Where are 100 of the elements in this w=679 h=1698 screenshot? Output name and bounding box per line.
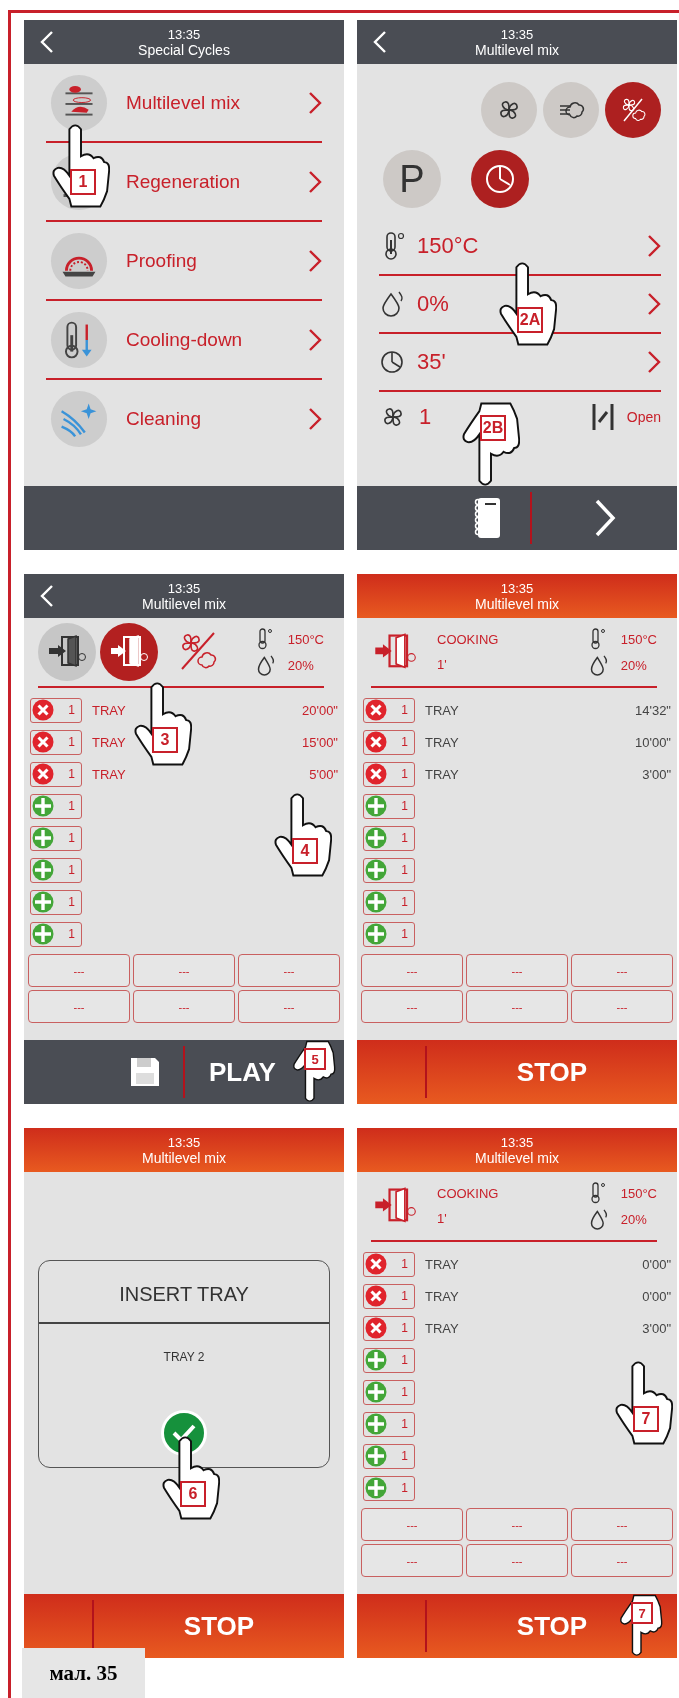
tray-name: TRAY xyxy=(92,734,126,750)
tray-toggle[interactable]: 1 xyxy=(30,761,82,787)
preset-slot[interactable]: --- xyxy=(466,954,568,987)
chevron-right-icon[interactable] xyxy=(308,248,322,273)
tray-toggle[interactable]: 1 xyxy=(30,793,82,819)
step-number: 2B xyxy=(480,415,506,441)
tray-time[interactable]: 3'00" xyxy=(642,766,671,782)
chevron-right-icon[interactable] xyxy=(647,350,661,374)
tray-time[interactable]: 3'00" xyxy=(642,1320,671,1336)
preset-slot[interactable]: --- xyxy=(466,1544,568,1577)
tray-toggle[interactable]: 1 xyxy=(363,761,415,787)
chevron-right-icon[interactable] xyxy=(308,406,322,431)
tray-toggle[interactable]: 1 xyxy=(363,1283,415,1309)
fan-speed[interactable]: 1 xyxy=(419,404,432,430)
step-number: 7 xyxy=(631,1602,653,1624)
menu-item[interactable]: Regeneration xyxy=(126,170,290,193)
chevron-right-icon[interactable] xyxy=(308,169,322,194)
add-icon xyxy=(32,891,54,913)
preset-slot[interactable]: --- xyxy=(361,990,463,1023)
humidity-reading: 20% xyxy=(620,657,648,673)
setting-value[interactable]: 35' xyxy=(417,349,635,375)
back-icon[interactable] xyxy=(40,30,54,54)
save-icon[interactable] xyxy=(129,1056,161,1088)
preset-slot[interactable]: --- xyxy=(466,1508,568,1541)
tray-toggle[interactable]: 1 xyxy=(30,825,82,851)
preset-slot[interactable]: --- xyxy=(361,954,463,987)
stop-button[interactable]: STOP xyxy=(506,1050,598,1094)
mode-button[interactable] xyxy=(605,82,661,138)
unload-door-button[interactable] xyxy=(100,623,158,681)
preset-slot[interactable]: --- xyxy=(571,954,673,987)
tray-time[interactable]: 14'32" xyxy=(634,702,671,718)
remove-icon xyxy=(32,699,54,721)
mode-button[interactable] xyxy=(543,82,599,138)
clock-icon xyxy=(483,162,517,196)
preset-slot[interactable]: --- xyxy=(571,1508,673,1541)
preset-slot[interactable]: --- xyxy=(238,954,340,987)
stop-button[interactable]: STOP xyxy=(173,1604,265,1648)
chevron-right-icon[interactable] xyxy=(308,90,322,115)
preset-slot[interactable]: --- xyxy=(361,1508,463,1541)
tray-toggle[interactable]: 1 xyxy=(363,1411,415,1437)
back-icon[interactable] xyxy=(40,584,54,608)
tray-toggle[interactable]: 1 xyxy=(363,1379,415,1405)
tray-time[interactable]: 5'00" xyxy=(309,766,338,782)
tray-time[interactable]: 0'00" xyxy=(642,1256,671,1272)
recipe-book-icon[interactable] xyxy=(472,496,502,540)
preset-slot[interactable]: --- xyxy=(571,990,673,1023)
tray-toggle[interactable]: 1 xyxy=(363,697,415,723)
tray-toggle[interactable]: 1 xyxy=(30,697,82,723)
mode-button[interactable] xyxy=(481,82,537,138)
tray-toggle[interactable]: 1 xyxy=(363,921,415,947)
tray-toggle[interactable]: 1 xyxy=(30,921,82,947)
setting-value[interactable]: 150°C xyxy=(417,233,635,259)
add-icon xyxy=(365,1381,387,1403)
preset-slot[interactable]: --- xyxy=(28,954,130,987)
tray-toggle[interactable]: 1 xyxy=(363,729,415,755)
preset-slot[interactable]: --- xyxy=(466,990,568,1023)
menu-item[interactable]: Multilevel mix xyxy=(126,91,290,114)
tray-name: TRAY xyxy=(425,766,459,782)
preset-slot[interactable]: --- xyxy=(28,990,130,1023)
back-icon[interactable] xyxy=(373,30,387,54)
menu-item[interactable]: Cleaning xyxy=(126,407,290,430)
tray-toggle[interactable]: 1 xyxy=(363,1347,415,1373)
preset-slot[interactable]: --- xyxy=(571,1544,673,1577)
program-button[interactable]: P xyxy=(383,150,441,208)
menu-item[interactable]: Cooling-down xyxy=(126,328,290,351)
door-icon xyxy=(109,634,149,670)
chevron-right-icon[interactable] xyxy=(647,292,661,316)
tray-toggle[interactable]: 1 xyxy=(363,1315,415,1341)
tray-toggle[interactable]: 1 xyxy=(30,889,82,915)
add-icon xyxy=(365,1413,387,1435)
timer-button[interactable] xyxy=(471,150,529,208)
tray-time[interactable]: 0'00" xyxy=(642,1288,671,1304)
chevron-right-icon[interactable] xyxy=(647,234,661,258)
tray-toggle[interactable]: 1 xyxy=(363,1251,415,1277)
tray-time[interactable]: 20'00" xyxy=(301,702,338,718)
tray-toggle[interactable]: 1 xyxy=(363,1443,415,1469)
stop-button[interactable]: STOP xyxy=(506,1604,598,1648)
tray-time[interactable]: 15'00" xyxy=(301,734,338,750)
add-icon xyxy=(365,795,387,817)
tray-toggle[interactable]: 1 xyxy=(363,857,415,883)
preset-slot[interactable]: --- xyxy=(133,990,235,1023)
tray-toggle[interactable]: 1 xyxy=(30,729,82,755)
play-button[interactable]: PLAY xyxy=(207,1050,278,1094)
tray-toggle[interactable]: 1 xyxy=(363,825,415,851)
preset-slot[interactable]: --- xyxy=(361,1544,463,1577)
temperature-reading: 150°C xyxy=(620,1185,657,1201)
tray-toggle[interactable]: 1 xyxy=(363,793,415,819)
preset-slot[interactable]: --- xyxy=(133,954,235,987)
remove-icon xyxy=(32,763,54,785)
remove-icon xyxy=(365,1317,387,1339)
preset-slot[interactable]: --- xyxy=(238,990,340,1023)
tray-toggle[interactable]: 1 xyxy=(363,1475,415,1501)
menu-item[interactable]: Proofing xyxy=(126,249,290,272)
tray-toggle[interactable]: 1 xyxy=(363,889,415,915)
chevron-right-icon[interactable] xyxy=(308,327,322,352)
next-icon[interactable] xyxy=(593,498,616,538)
tray-toggle[interactable]: 1 xyxy=(30,857,82,883)
tray-name: TRAY xyxy=(425,1256,459,1272)
tray-time[interactable]: 10'00" xyxy=(634,734,671,750)
add-icon xyxy=(365,859,387,881)
